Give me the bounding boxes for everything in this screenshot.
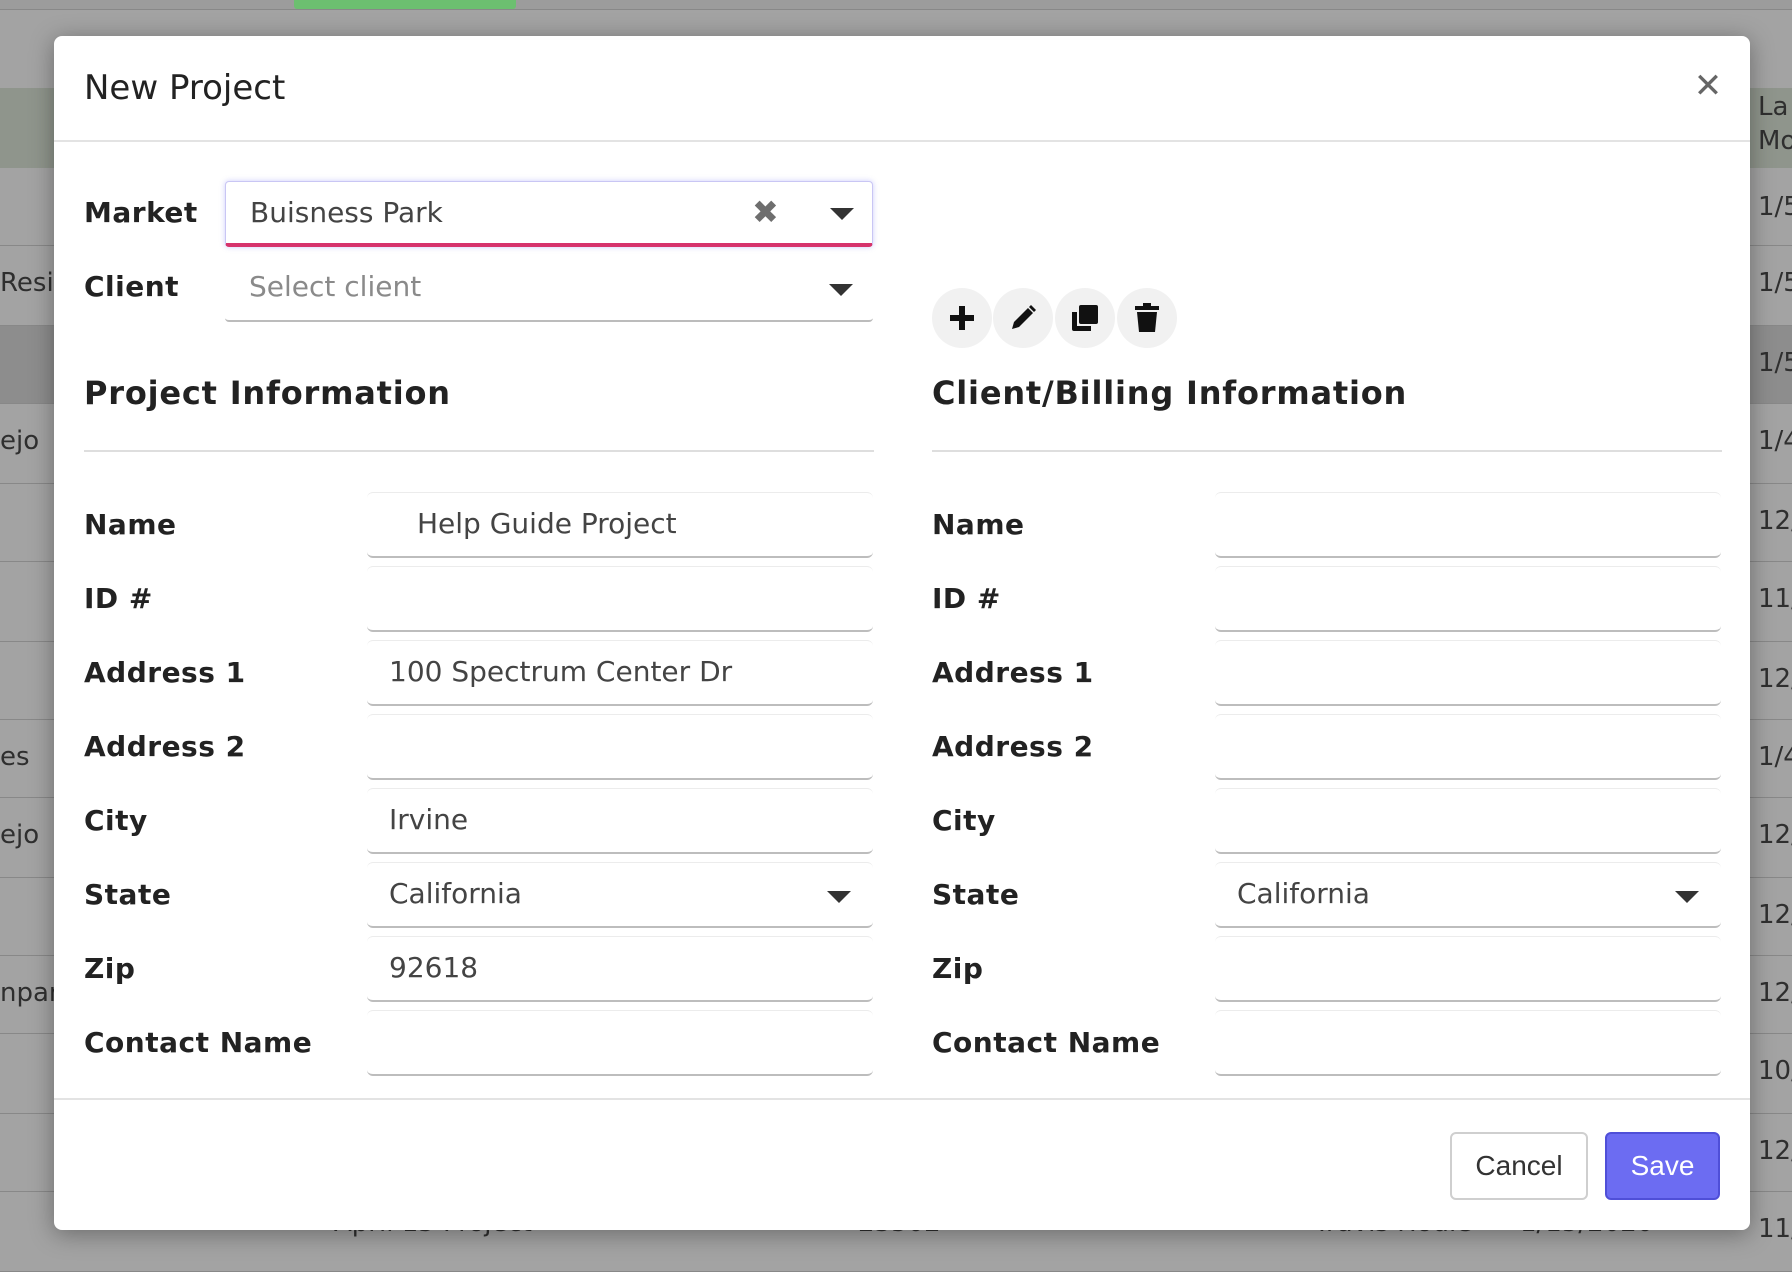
client-placeholder: Select client — [249, 270, 422, 303]
project-address1-label: Address 1 — [84, 656, 246, 689]
project-state-select[interactable]: California — [367, 862, 873, 928]
background-cell-text: 12/ — [1758, 1136, 1792, 1166]
background-active-tab-indicator — [294, 0, 516, 9]
plus-icon — [950, 306, 974, 330]
project-contact-name-label: Contact Name — [84, 1026, 313, 1059]
background-cell-text: es — [0, 742, 30, 772]
billing-information-divider — [932, 450, 1722, 452]
trash-icon — [1135, 303, 1159, 332]
billing-information-heading: Client/Billing Information — [932, 374, 1408, 412]
cancel-button[interactable]: Cancel — [1450, 1132, 1588, 1200]
dialog-header: New Project ✕ — [54, 36, 1750, 142]
background-cell-text: 1/5 — [1758, 268, 1792, 298]
billing-contact-name-label: Contact Name — [932, 1026, 1161, 1059]
background-cell-text: 12/ — [1758, 978, 1792, 1008]
caret-down-icon[interactable] — [1675, 891, 1699, 903]
delete-client-button[interactable] — [1117, 288, 1177, 348]
pencil-icon — [1012, 305, 1036, 329]
background-cell-text: 1/5 — [1758, 348, 1792, 378]
background-cell-text: 1/4 — [1758, 742, 1792, 772]
project-city-field[interactable]: Irvine — [367, 788, 873, 854]
new-project-dialog: New Project ✕ Market Buisness Park ✖ Cli… — [54, 36, 1750, 1230]
clear-selection-icon[interactable]: ✖ — [752, 196, 779, 228]
project-city-label: City — [84, 804, 148, 837]
project-state-value: California — [389, 877, 522, 910]
billing-contact-name-field[interactable] — [1215, 1010, 1721, 1076]
background-cell-text: 1/5 — [1758, 192, 1792, 222]
background-cell-text: 10/ — [1758, 1056, 1792, 1086]
billing-name-field[interactable] — [1215, 492, 1721, 558]
billing-city-label: City — [932, 804, 996, 837]
client-label: Client — [84, 270, 180, 303]
billing-address1-field[interactable] — [1215, 640, 1721, 706]
billing-zip-label: Zip — [932, 952, 984, 985]
caret-down-icon[interactable] — [830, 208, 854, 220]
save-button[interactable]: Save — [1605, 1132, 1720, 1200]
project-city-value: Irvine — [389, 803, 469, 836]
background-cell-text: 11/ — [1758, 584, 1792, 614]
billing-id-label: ID # — [932, 582, 1001, 615]
dialog-footer: Cancel Save — [54, 1098, 1750, 1230]
background-header-text: La — [1758, 92, 1789, 122]
billing-address1-label: Address 1 — [932, 656, 1094, 689]
billing-address2-field[interactable] — [1215, 714, 1721, 780]
project-address2-field[interactable] — [367, 714, 873, 780]
background-cell-text: 12/ — [1758, 820, 1792, 850]
edit-client-button[interactable] — [993, 288, 1053, 348]
add-client-button[interactable] — [932, 288, 992, 348]
billing-state-label: State — [932, 878, 1020, 911]
background-cell-text: ejo — [0, 820, 40, 850]
project-name-value: Help Guide Project — [417, 507, 677, 540]
background-cell-text: ejo — [0, 426, 40, 456]
copy-client-button[interactable] — [1055, 288, 1115, 348]
project-name-field[interactable]: Help Guide Project — [367, 492, 873, 558]
background-cell-text: 11/ — [1758, 1214, 1792, 1244]
project-zip-field[interactable]: 92618 — [367, 936, 873, 1002]
billing-state-value: California — [1237, 877, 1370, 910]
dialog-title: New Project — [84, 68, 286, 108]
background-topbar — [0, 0, 1792, 10]
background-cell-text: 1/4 — [1758, 426, 1792, 456]
billing-id-field[interactable] — [1215, 566, 1721, 632]
background-cell-text: 12/ — [1758, 900, 1792, 930]
project-address1-field[interactable]: 100 Spectrum Center Dr — [367, 640, 873, 706]
client-select[interactable]: Select client — [225, 256, 873, 322]
project-id-field[interactable] — [367, 566, 873, 632]
market-label: Market — [84, 196, 198, 229]
close-icon[interactable]: ✕ — [1688, 66, 1728, 106]
billing-name-label: Name — [932, 508, 1025, 541]
project-address2-label: Address 2 — [84, 730, 246, 763]
billing-address2-label: Address 2 — [932, 730, 1094, 763]
background-cell-text: 12/ — [1758, 506, 1792, 536]
project-zip-value: 92618 — [389, 951, 479, 984]
billing-zip-field[interactable] — [1215, 936, 1721, 1002]
market-selected-value: Buisness Park — [250, 196, 443, 229]
project-contact-name-field[interactable] — [367, 1010, 873, 1076]
background-header-text: Mo — [1758, 126, 1792, 156]
project-information-heading: Project Information — [84, 374, 451, 412]
background-cell-text: Resi — [0, 268, 54, 298]
project-zip-label: Zip — [84, 952, 136, 985]
project-information-divider — [84, 450, 874, 452]
project-address1-value: 100 Spectrum Center Dr — [389, 655, 733, 688]
copy-icon — [1072, 305, 1098, 331]
billing-state-select[interactable]: California — [1215, 862, 1721, 928]
billing-city-field[interactable] — [1215, 788, 1721, 854]
caret-down-icon[interactable] — [827, 891, 851, 903]
project-id-label: ID # — [84, 582, 153, 615]
caret-down-icon[interactable] — [829, 284, 853, 296]
background-cell-text: 12/ — [1758, 664, 1792, 694]
project-state-label: State — [84, 878, 172, 911]
project-name-label: Name — [84, 508, 177, 541]
market-select[interactable]: Buisness Park ✖ — [225, 181, 873, 247]
